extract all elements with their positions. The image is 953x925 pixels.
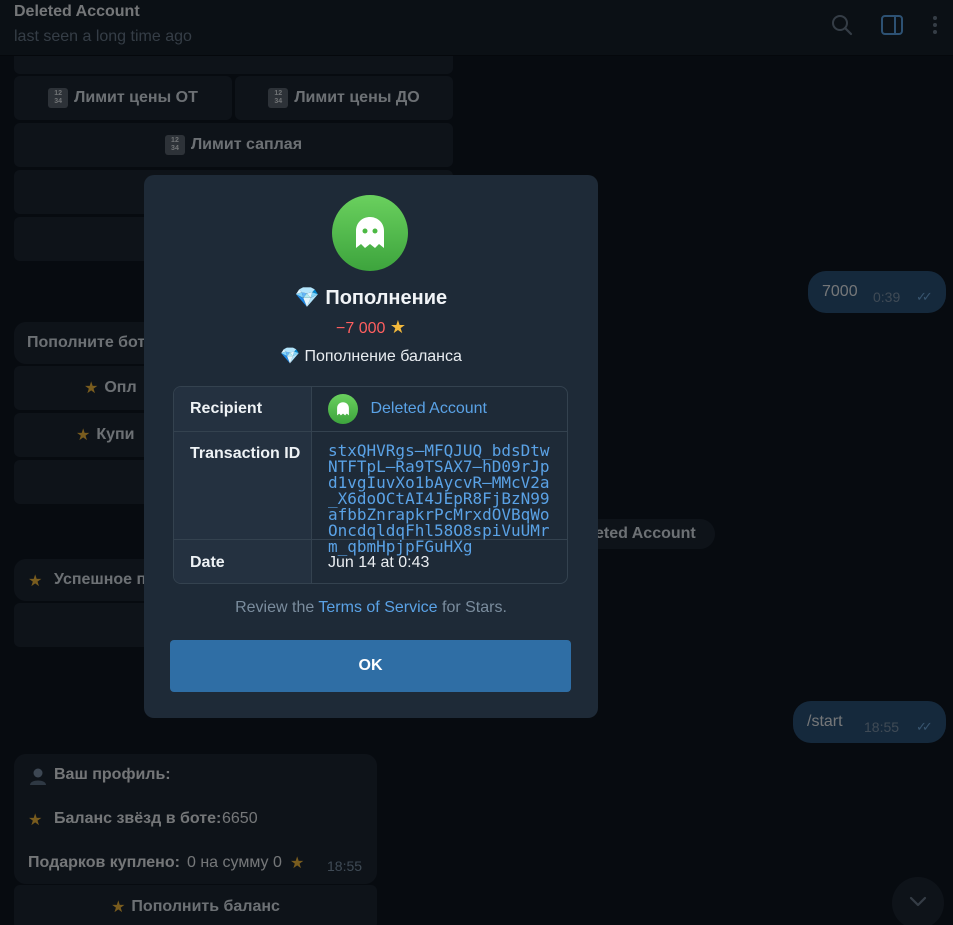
- table-row-date: Date Jun 14 at 0:43: [174, 540, 567, 583]
- row-label: Transaction ID: [174, 432, 312, 539]
- diamond-icon: 💎: [280, 348, 300, 365]
- transaction-description: 💎 Пополнение баланса: [144, 346, 598, 366]
- ghost-icon: [328, 394, 358, 424]
- transaction-dialog: 💎 Пополнение −7 000 ★ 💎 Пополнение балан…: [144, 175, 598, 718]
- recipient-value[interactable]: Deleted Account: [312, 387, 567, 431]
- date-value: Jun 14 at 0:43: [328, 554, 430, 571]
- terms-suffix: for Stars.: [442, 599, 507, 616]
- diamond-icon: 💎: [294, 287, 320, 309]
- recipient-link[interactable]: Deleted Account: [370, 400, 487, 417]
- dialog-title: 💎 Пополнение: [144, 285, 598, 310]
- table-row-transaction-id: Transaction ID stxQHVRgs—MFQJUQ_bdsDtwNT…: [174, 432, 567, 555]
- description-text: Пополнение баланса: [304, 348, 462, 365]
- ok-button[interactable]: OK: [170, 640, 571, 692]
- transaction-amount: −7 000 ★: [144, 317, 598, 338]
- terms-prefix: Review the: [235, 599, 315, 616]
- row-label: Recipient: [174, 387, 312, 431]
- terms-note: Review the Terms of Service for Stars.: [144, 599, 598, 617]
- table-row-recipient: Recipient Deleted Account: [174, 387, 567, 432]
- amount-value: −7 000: [336, 320, 386, 337]
- row-label: Date: [174, 540, 312, 583]
- transaction-details-table: Recipient Deleted Account Transaction ID…: [173, 386, 568, 584]
- ghost-icon: [332, 195, 408, 271]
- dialog-title-text: Пополнение: [325, 287, 448, 309]
- star-icon: ★: [389, 317, 406, 337]
- transaction-id-value[interactable]: stxQHVRgs—MFQJUQ_bdsDtwNTFTpL—Ra9TSAX7—h…: [312, 432, 567, 555]
- terms-link[interactable]: Terms of Service: [318, 599, 437, 616]
